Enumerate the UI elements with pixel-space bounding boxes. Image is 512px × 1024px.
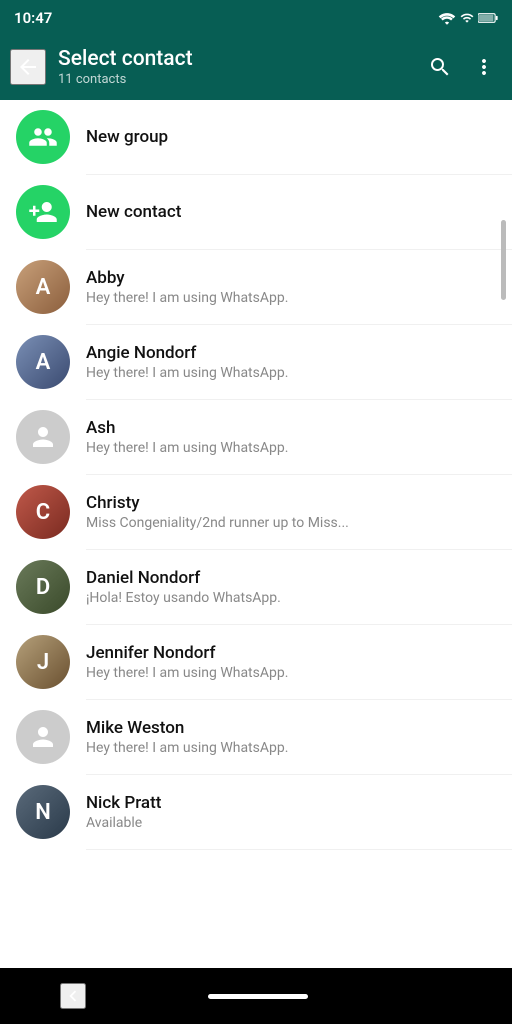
app-header: Select contact 11 contacts bbox=[0, 36, 512, 100]
header-title-block: Select contact 11 contacts bbox=[58, 47, 410, 87]
contact-name-mike: Mike Weston bbox=[86, 718, 496, 738]
contact-name-ash: Ash bbox=[86, 418, 496, 438]
signal-icon bbox=[460, 11, 474, 25]
contact-text-mike: Mike Weston Hey there! I am using WhatsA… bbox=[86, 718, 496, 756]
nav-back-button[interactable] bbox=[60, 983, 86, 1009]
status-bar: 10:47 bbox=[0, 0, 512, 36]
contact-text-jennifer: Jennifer Nondorf Hey there! I am using W… bbox=[86, 643, 496, 681]
contact-item-nick[interactable]: N Nick Pratt Available bbox=[0, 775, 512, 849]
header-title: Select contact bbox=[58, 47, 410, 71]
more-options-button[interactable] bbox=[466, 49, 502, 85]
nav-bar bbox=[0, 968, 512, 1024]
contact-item-abby[interactable]: A Abby Hey there! I am using WhatsApp. bbox=[0, 250, 512, 324]
new-contact-name: New contact bbox=[86, 202, 496, 222]
status-time: 10:47 bbox=[14, 9, 52, 27]
contact-status-jennifer: Hey there! I am using WhatsApp. bbox=[86, 665, 496, 681]
contact-avatar-daniel: D bbox=[16, 560, 70, 614]
new-group-name: New group bbox=[86, 127, 496, 147]
contact-item-angie[interactable]: A Angie Nondorf Hey there! I am using Wh… bbox=[0, 325, 512, 399]
contact-name-jennifer: Jennifer Nondorf bbox=[86, 643, 496, 663]
contact-avatar-jennifer: J bbox=[16, 635, 70, 689]
contact-name-angie: Angie Nondorf bbox=[86, 343, 496, 363]
contact-item-daniel[interactable]: D Daniel Nondorf ¡Hola! Estoy usando Wha… bbox=[0, 550, 512, 624]
new-group-text: New group bbox=[86, 127, 496, 147]
contact-text-ash: Ash Hey there! I am using WhatsApp. bbox=[86, 418, 496, 456]
contact-avatar-abby: A bbox=[16, 260, 70, 314]
contact-name-christy: Christy bbox=[86, 493, 496, 513]
contact-item-mike[interactable]: Mike Weston Hey there! I am using WhatsA… bbox=[0, 700, 512, 774]
contact-name-nick: Nick Pratt bbox=[86, 793, 496, 813]
wifi-icon bbox=[438, 11, 456, 25]
contact-status-daniel: ¡Hola! Estoy usando WhatsApp. bbox=[86, 590, 496, 606]
contact-text-angie: Angie Nondorf Hey there! I am using What… bbox=[86, 343, 496, 381]
contact-status-ash: Hey there! I am using WhatsApp. bbox=[86, 440, 496, 456]
contact-text-abby: Abby Hey there! I am using WhatsApp. bbox=[86, 268, 496, 306]
contact-name-daniel: Daniel Nondorf bbox=[86, 568, 496, 588]
contact-avatar-mike bbox=[16, 710, 70, 764]
contact-item-christy[interactable]: C Christy Miss Congeniality/2nd runner u… bbox=[0, 475, 512, 549]
contact-avatar-angie: A bbox=[16, 335, 70, 389]
divider-10 bbox=[86, 849, 512, 850]
contact-item-jennifer[interactable]: J Jennifer Nondorf Hey there! I am using… bbox=[0, 625, 512, 699]
contact-status-christy: Miss Congeniality/2nd runner up to Miss.… bbox=[86, 515, 496, 531]
contact-text-christy: Christy Miss Congeniality/2nd runner up … bbox=[86, 493, 496, 531]
contact-avatar-nick: N bbox=[16, 785, 70, 839]
back-button[interactable] bbox=[10, 49, 46, 85]
contact-avatar-christy: C bbox=[16, 485, 70, 539]
new-contact-item[interactable]: New contact bbox=[0, 175, 512, 249]
contact-text-nick: Nick Pratt Available bbox=[86, 793, 496, 831]
new-contact-text: New contact bbox=[86, 202, 496, 222]
contact-status-angie: Hey there! I am using WhatsApp. bbox=[86, 365, 496, 381]
contact-name-abby: Abby bbox=[86, 268, 496, 288]
header-subtitle: 11 contacts bbox=[58, 72, 410, 87]
new-group-avatar bbox=[16, 110, 70, 164]
search-button[interactable] bbox=[422, 49, 458, 85]
contact-status-mike: Hey there! I am using WhatsApp. bbox=[86, 740, 496, 756]
new-contact-avatar bbox=[16, 185, 70, 239]
new-group-item[interactable]: New group bbox=[0, 100, 512, 174]
contact-status-nick: Available bbox=[86, 815, 496, 831]
nav-home-pill[interactable] bbox=[208, 994, 308, 999]
contact-text-daniel: Daniel Nondorf ¡Hola! Estoy usando Whats… bbox=[86, 568, 496, 606]
contact-list: New group New contact A Abby Hey there! … bbox=[0, 100, 512, 968]
contact-avatar-ash bbox=[16, 410, 70, 464]
header-actions bbox=[422, 49, 502, 85]
contact-item-ash[interactable]: Ash Hey there! I am using WhatsApp. bbox=[0, 400, 512, 474]
contact-status-abby: Hey there! I am using WhatsApp. bbox=[86, 290, 496, 306]
status-icons bbox=[438, 11, 498, 25]
battery-icon bbox=[478, 11, 498, 25]
